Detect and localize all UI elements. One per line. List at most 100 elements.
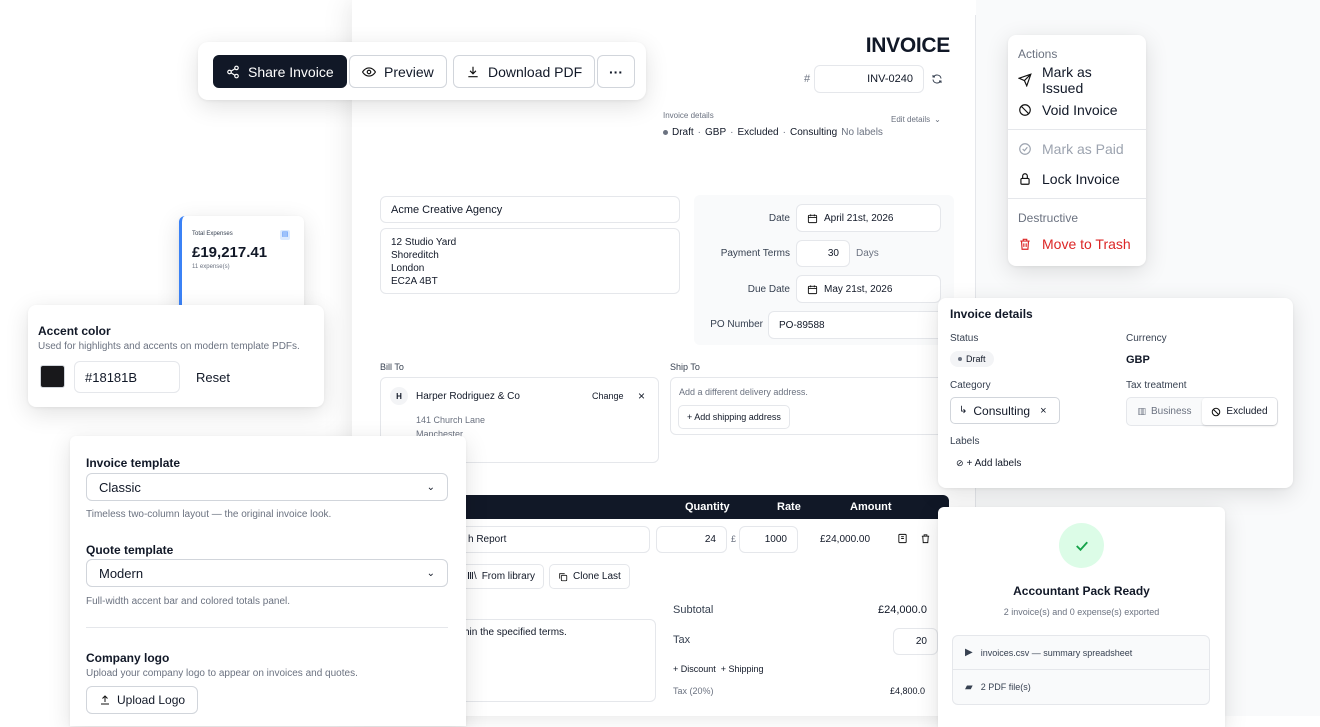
accent-color-swatch[interactable] — [40, 365, 65, 388]
lock-invoice-item[interactable]: Lock Invoice — [1008, 164, 1146, 194]
calendar-icon — [807, 284, 818, 295]
share-invoice-button[interactable]: Share Invoice — [213, 55, 347, 88]
company-name-value: Acme Creative Agency — [391, 203, 503, 216]
preview-button[interactable]: Preview — [349, 55, 447, 88]
status-badge[interactable]: Draft — [950, 351, 994, 367]
templates-divider — [86, 627, 448, 628]
chevron-down-icon: ⌄ — [934, 115, 941, 124]
preview-label: Preview — [384, 63, 434, 80]
send-icon — [1018, 73, 1032, 87]
line-rate-input[interactable]: 1000 — [739, 526, 798, 553]
more-options-button[interactable]: ··· — [597, 55, 635, 88]
add-labels-button[interactable]: ⊘ + Add labels — [956, 458, 1021, 469]
company-address-textarea[interactable]: 12 Studio Yard Shoreditch London EC2A 4B… — [380, 228, 680, 294]
subtotal-value: £24,000.0 — [878, 604, 927, 616]
chevron-down-icon: ⌄ — [426, 567, 435, 579]
status-dot — [958, 357, 962, 361]
invoice-details-caption: Invoice details — [663, 111, 714, 120]
expense-count: 11 expense(s) — [192, 264, 230, 270]
delete-line-icon[interactable] — [920, 533, 931, 544]
edit-details-link[interactable]: Edit details ⌄ — [891, 115, 941, 124]
category-tree-icon: ↳ — [959, 405, 968, 416]
add-discount-shipping-link[interactable]: + Discount + Shipping — [673, 664, 764, 674]
mark-as-paid-item[interactable]: Mark as Paid — [1008, 134, 1146, 164]
share-invoice-label: Share Invoice — [248, 63, 334, 80]
due-date-picker[interactable]: May 21st, 2026 — [796, 275, 941, 303]
line-quantity-input[interactable]: 24 — [656, 526, 727, 553]
void-invoice-label: Void Invoice — [1042, 102, 1118, 118]
currency-value[interactable]: GBP — [1126, 354, 1150, 366]
labels-label: Labels — [950, 436, 980, 447]
invoice-number-input[interactable]: INV-0240 — [814, 65, 924, 93]
invoice-number-hash: # — [804, 73, 811, 85]
receipt-icon: ▤ — [280, 230, 290, 240]
actions-section-label: Actions — [1018, 47, 1058, 61]
accountant-pack-card: Accountant Pack Ready 2 invoice(s) and 0… — [938, 507, 1225, 727]
actions-menu: Actions Mark as Issued Void Invoice Mark… — [1008, 35, 1146, 266]
po-number-input[interactable]: PO-89588 — [768, 311, 948, 339]
details-panel-title: Invoice details — [950, 307, 1033, 321]
quote-template-select[interactable]: Modern ⌄ — [86, 559, 448, 587]
accent-color-title: Accent color — [38, 324, 111, 338]
success-check-icon — [1059, 523, 1104, 568]
line-amount: £24,000.00 — [820, 534, 871, 545]
trash-icon — [1018, 237, 1032, 251]
change-client-button[interactable]: Change — [592, 391, 624, 401]
reset-accent-button[interactable]: Reset — [196, 370, 230, 385]
client-initial: H — [396, 391, 402, 401]
category-value: Consulting — [973, 403, 1031, 418]
invoice-template-select[interactable]: Classic ⌄ — [86, 473, 448, 501]
tax-line-value: £4,800.0 — [890, 686, 926, 696]
void-invoice-item[interactable]: Void Invoice — [1008, 95, 1146, 125]
ban-icon — [1211, 407, 1221, 417]
tax-business-label: Business — [1150, 406, 1192, 417]
calendar-icon — [807, 213, 818, 224]
tax-treatment-toggle: ▥ Business Excluded — [1126, 397, 1278, 426]
clone-last-button[interactable]: Clone Last — [549, 564, 630, 589]
line-quantity-value: 24 — [704, 534, 716, 545]
upload-logo-button[interactable]: Upload Logo — [86, 686, 199, 714]
date-picker[interactable]: April 21st, 2026 — [796, 204, 941, 232]
from-library-label: From library — [481, 571, 536, 582]
regenerate-number-icon[interactable] — [931, 73, 943, 85]
remove-client-button[interactable]: × — [638, 389, 645, 403]
address-line: 12 Studio Yard — [391, 237, 457, 248]
summary-separator: · — [782, 127, 786, 138]
exported-file-row[interactable]: ▶ invoices.csv — summary spreadsheet — [952, 635, 1210, 670]
payment-terms-input[interactable]: 30 — [796, 240, 850, 267]
date-value: April 21st, 2026 — [824, 212, 894, 224]
accent-color-input[interactable]: #18181B — [74, 361, 180, 393]
amount-header: Amount — [850, 501, 892, 513]
notes-textarea[interactable]: ithin the specified terms. — [440, 619, 656, 702]
tax-rate-value: 20 — [915, 636, 927, 647]
tax-rate-input[interactable]: 20 — [893, 628, 938, 655]
tax-business-option[interactable]: ▥ Business — [1127, 398, 1202, 425]
tag-icon: ⊘ — [956, 458, 964, 468]
move-to-trash-item[interactable]: Move to Trash — [1008, 229, 1146, 259]
due-date-value: May 21st, 2026 — [824, 283, 893, 295]
from-library-button[interactable]: Ⅲ\ From library — [458, 564, 545, 589]
payment-terms-value: 30 — [827, 248, 839, 259]
line-description-input[interactable]: h Report — [440, 526, 650, 553]
exported-file-name: invoices.csv — summary spreadsheet — [980, 647, 1133, 658]
add-shipping-button[interactable]: + Add shipping address — [678, 405, 790, 429]
summary-currency: GBP — [705, 127, 727, 138]
remove-category-button[interactable]: × — [1040, 405, 1046, 417]
currency-label: Currency — [1126, 333, 1167, 344]
edit-details-label: Edit details — [891, 115, 931, 124]
add-labels-label: + Add labels — [966, 458, 1022, 469]
accent-color-value: #18181B — [85, 369, 138, 385]
category-chip[interactable]: ↳ Consulting × — [950, 397, 1060, 424]
tax-label: Tax — [673, 634, 691, 646]
company-name-input[interactable]: Acme Creative Agency — [380, 196, 680, 223]
mark-as-issued-item[interactable]: Mark as Issued — [1008, 64, 1146, 96]
accountant-pack-title: Accountant Pack Ready — [1013, 584, 1150, 598]
exported-file-row[interactable]: ▰ 2 PDF file(s) — [952, 670, 1210, 705]
address-line: EC2A 4BT — [391, 276, 438, 287]
download-pdf-button[interactable]: Download PDF — [453, 55, 596, 88]
bill-to-label: Bill To — [380, 362, 404, 372]
save-to-library-icon[interactable] — [897, 533, 908, 544]
tax-excluded-option[interactable]: Excluded — [1202, 398, 1277, 425]
ship-to-label: Ship To — [670, 362, 700, 372]
accent-color-card: Accent color Used for highlights and acc… — [28, 305, 324, 407]
